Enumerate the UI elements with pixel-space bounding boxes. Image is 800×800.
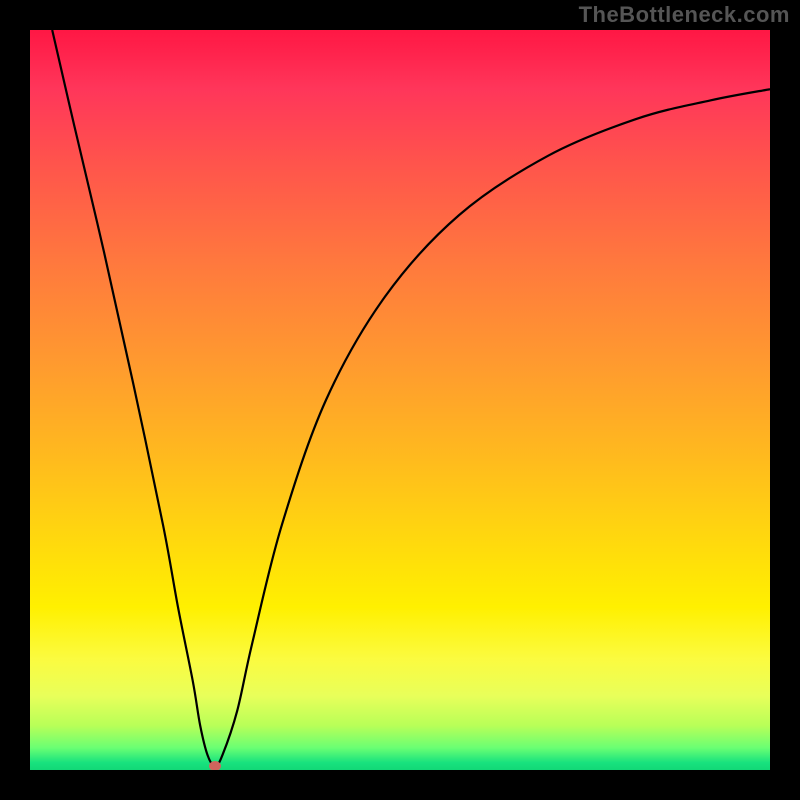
plot-area: [30, 30, 770, 770]
chart-frame: TheBottleneck.com: [0, 0, 800, 800]
gradient-background: [30, 30, 770, 770]
optimum-marker: [209, 761, 221, 770]
watermark-label: TheBottleneck.com: [579, 2, 790, 28]
